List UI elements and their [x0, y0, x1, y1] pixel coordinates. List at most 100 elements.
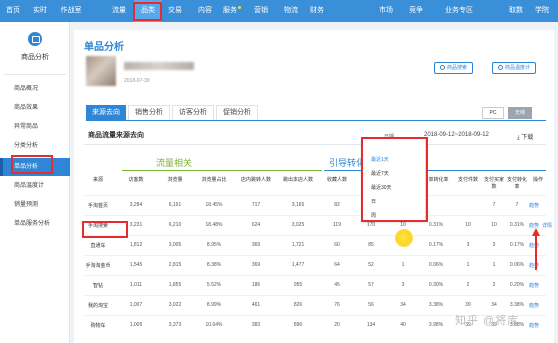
- table-cell: 1: [492, 262, 496, 268]
- toggle-wireless[interactable]: 无线: [508, 107, 532, 119]
- table-cell: 39: [465, 302, 471, 308]
- source-name: 智钻: [92, 283, 103, 289]
- table-cell: 76: [334, 302, 340, 308]
- tab-source[interactable]: 来源去向: [86, 105, 126, 121]
- table-cell: 20: [334, 322, 340, 328]
- table-cell: 6,191: [168, 202, 182, 208]
- table-cell: 85: [368, 242, 374, 248]
- thermometer-icon: [498, 65, 503, 70]
- download-button[interactable]: ⤓ 下载: [517, 132, 533, 142]
- table-cell: 0.06%: [428, 262, 444, 268]
- table-cell: 8.99%: [206, 302, 222, 308]
- table-cell: 18.45%: [205, 202, 223, 208]
- toggle-pc[interactable]: PC: [482, 107, 504, 119]
- table-cell: 0.31%: [428, 222, 444, 228]
- table-cell: 52: [368, 262, 374, 268]
- product-analysis-icon: [28, 32, 42, 46]
- table-cell: 34: [491, 302, 497, 308]
- table-cell: 82: [334, 202, 340, 208]
- table-cell: 18.48%: [205, 222, 223, 228]
- thermometer-label: 商品温度计: [505, 65, 531, 71]
- nav-marketing[interactable]: 营销: [250, 0, 272, 22]
- nav-service[interactable]: 服务: [221, 0, 243, 22]
- trend-link[interactable]: 趋势: [528, 282, 540, 289]
- sidebar-title: 商品分析: [21, 54, 49, 61]
- table-cell: 45: [334, 282, 340, 288]
- nav-finance[interactable]: 财务: [306, 0, 328, 22]
- table-cell: 896: [293, 322, 303, 328]
- tab-visitors[interactable]: 访客分析: [172, 105, 214, 121]
- column-header: 浏览量占比: [201, 177, 227, 183]
- table-cell: 10: [465, 222, 471, 228]
- highlight-box-dropdown: [361, 137, 428, 222]
- nav-content[interactable]: 内容: [193, 0, 217, 22]
- nav-business-zone[interactable]: 业务专区: [440, 0, 478, 22]
- divider: [4, 74, 66, 75]
- table-cell: 624: [251, 222, 261, 228]
- table-cell: 8.95%: [206, 242, 222, 248]
- change-product-button[interactable]: 商品搜索: [434, 62, 474, 74]
- column-header: 操作: [532, 177, 543, 183]
- main-panel: 单品分析 2018-07-30 商品搜索 商品温度计 来源去向 销售分析 访客分…: [74, 30, 554, 343]
- group-traffic-line: [122, 170, 322, 171]
- row-divider: [84, 235, 546, 236]
- tab-promotion[interactable]: 促销分析: [216, 105, 258, 121]
- row-divider: [84, 295, 546, 296]
- sidebar-header: 商品分析: [0, 32, 70, 62]
- table-cell: 1,855: [168, 282, 182, 288]
- table-cell: 2: [466, 282, 470, 288]
- trend-link[interactable]: 趋势: [528, 322, 540, 329]
- table-cell: 186: [251, 282, 261, 288]
- tab-sales[interactable]: 销售分析: [128, 105, 170, 121]
- thermometer-button[interactable]: 商品温度计: [492, 62, 537, 74]
- table-cell: 8.38%: [206, 262, 222, 268]
- nav-academy[interactable]: 学院: [530, 0, 554, 22]
- table-cell: 1,721: [291, 242, 305, 248]
- table-cell: 0.17%: [509, 242, 525, 248]
- row-divider: [84, 275, 546, 276]
- sidebar-item-effect[interactable]: 商品效果: [0, 99, 70, 117]
- nav-service-label: 服务: [223, 7, 237, 14]
- table-cell: 56: [368, 302, 374, 308]
- divider: [84, 144, 546, 145]
- column-header: 浏览量: [167, 177, 183, 183]
- table-cell: 2: [492, 282, 496, 288]
- column-header: 支付件数: [457, 177, 478, 183]
- product-thumbnail: [86, 56, 116, 86]
- table-cell: 1,545: [129, 262, 143, 268]
- page-title: 单品分析: [84, 42, 124, 53]
- sidebar-item-overview[interactable]: 商品概况: [0, 80, 70, 98]
- table-cell: 3: [401, 282, 405, 288]
- table-cell: 60: [334, 242, 340, 248]
- table-cell: 369: [251, 242, 261, 248]
- nav-home[interactable]: 首页: [0, 0, 26, 22]
- source-name: 手淘首页: [87, 203, 108, 209]
- date-range[interactable]: 2018-09-12~2018-09-12: [424, 132, 489, 138]
- nav-competition[interactable]: 竞争: [404, 0, 428, 22]
- sidebar-item-abnormal[interactable]: 异常商品: [0, 118, 70, 136]
- table-cell: 1,812: [129, 242, 143, 248]
- nav-realtime[interactable]: 实时: [28, 0, 52, 22]
- sidebar-item-category[interactable]: 分类分析: [0, 137, 70, 155]
- trend-link[interactable]: 趋势: [528, 302, 540, 309]
- nav-market[interactable]: 市场: [374, 0, 398, 22]
- sidebar-item-service[interactable]: 单品服务分析: [0, 215, 70, 233]
- column-header: 跳出本店人数: [282, 177, 313, 183]
- nav-warroom[interactable]: 作战室: [56, 0, 86, 22]
- table-cell: 383: [251, 322, 261, 328]
- table-cell: 3.38%: [509, 302, 525, 308]
- nav-traffic[interactable]: 流量: [106, 0, 132, 22]
- sidebar-item-thermometer[interactable]: 商品温度计: [0, 177, 70, 195]
- nav-trade[interactable]: 交易: [163, 0, 187, 22]
- trend-link[interactable]: 趋势: [528, 202, 540, 209]
- sidebar-item-forecast[interactable]: 销量预测: [0, 196, 70, 214]
- nav-logistics[interactable]: 物流: [280, 0, 302, 22]
- column-header: 店内跳转人数: [240, 177, 271, 183]
- table-cell: 3.38%: [428, 302, 444, 308]
- table-cell: 7: [515, 202, 519, 208]
- nav-data[interactable]: 取数: [505, 0, 527, 22]
- table-cell: 3,165: [291, 202, 305, 208]
- table-cell: 7: [492, 202, 496, 208]
- detail-link[interactable]: 详情: [541, 222, 553, 229]
- sidebar: 商品分析 商品概况 商品效果 异常商品 分类分析 单品分析 商品温度计 销量预测…: [0, 22, 70, 343]
